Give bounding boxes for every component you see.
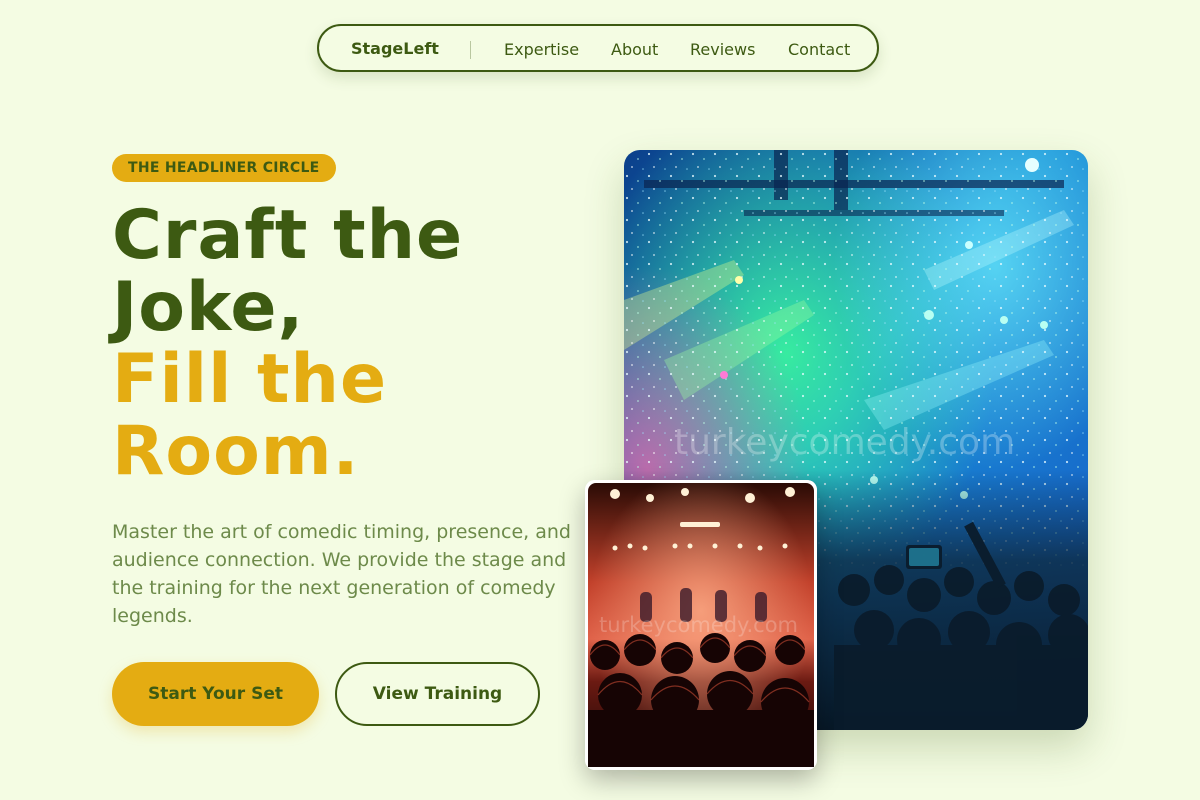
headline-line-3: Fill the [112,340,388,419]
nav-link-reviews[interactable]: Reviews [690,40,755,59]
start-your-set-button[interactable]: Start Your Set [112,662,319,726]
nav-divider [470,41,471,59]
nav-link-about[interactable]: About [611,40,658,59]
stage-performance-image: turkeycomedy.com [585,480,817,770]
nav-link-expertise[interactable]: Expertise [504,40,579,59]
hero-headline: Craft the Joke, Fill the Room. [112,200,463,488]
hero-description: Master the art of comedic timing, presen… [112,521,571,627]
brand-logo[interactable]: StageLeft [351,39,439,58]
headline-line-2: Joke, [112,268,305,347]
hero-badge: THE HEADLINER CIRCLE [112,154,336,182]
view-training-button[interactable]: View Training [335,662,540,726]
top-navigation: StageLeft Expertise About Reviews Contac… [317,24,879,72]
headline-line-4: Room. [112,412,360,491]
headline-line-1: Craft the [112,196,464,275]
nav-link-contact[interactable]: Contact [788,40,850,59]
